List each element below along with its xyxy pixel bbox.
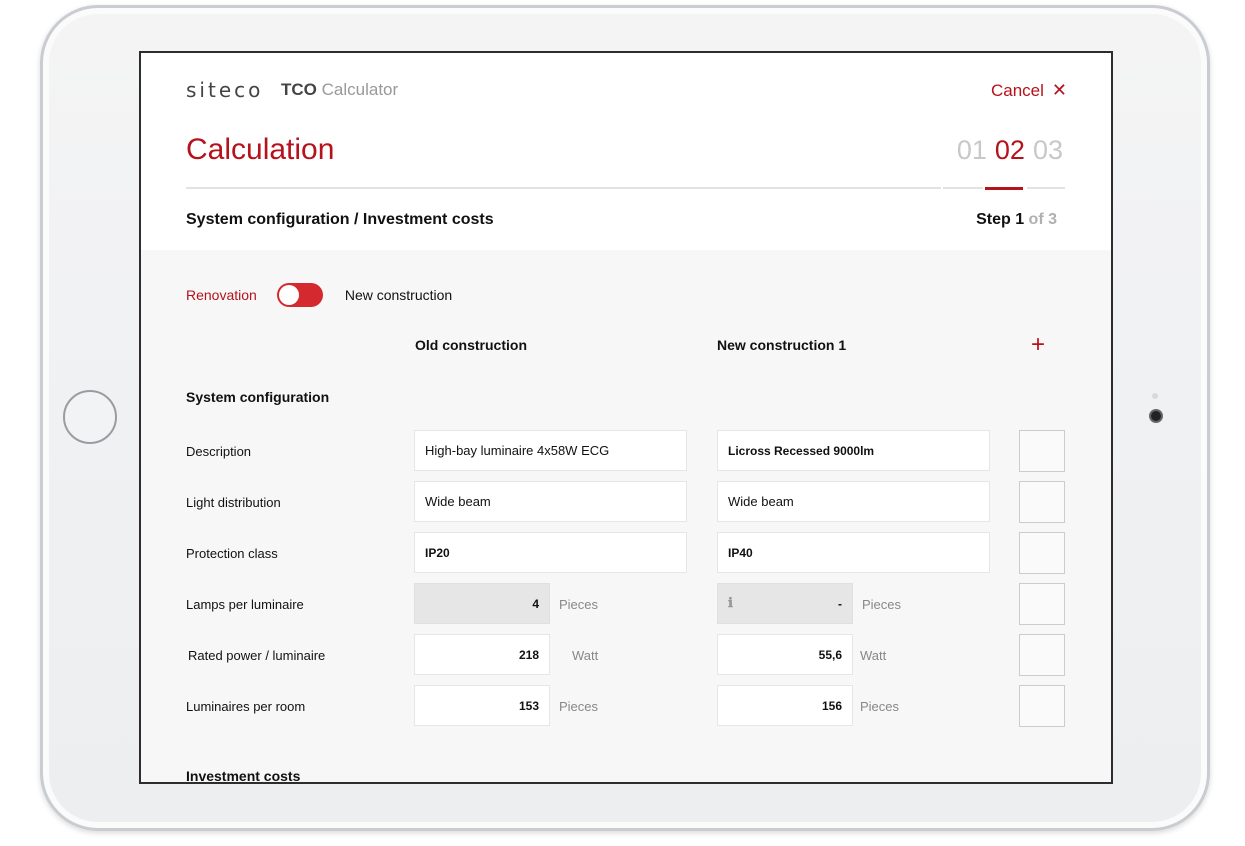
step-total: of 3 <box>1028 211 1057 228</box>
front-sensor <box>1152 393 1158 399</box>
row-light-distribution: Light distribution Wide beam Wide beam <box>141 481 1111 523</box>
step-01[interactable]: 01 <box>957 135 987 166</box>
info-icon[interactable]: ℹ <box>728 596 733 611</box>
light-distribution-old-field[interactable]: Wide beam <box>414 481 687 522</box>
app-title: TCO Calculator <box>281 80 398 100</box>
step-progress: 01 02 03 <box>957 135 1063 166</box>
construction-type-toggle: Renovation New construction <box>186 283 452 307</box>
toggle-label-new-construction[interactable]: New construction <box>345 287 452 303</box>
description-new-field[interactable]: Licross Recessed 9000lm <box>717 430 990 471</box>
unit-label: Watt <box>860 648 887 663</box>
section-system-configuration: System configuration <box>186 389 330 405</box>
page-title: Calculation <box>186 133 335 166</box>
column-header-old: Old construction <box>415 337 527 353</box>
unit-label: Pieces <box>559 597 599 612</box>
home-button[interactable] <box>63 390 117 444</box>
protection-class-new-field[interactable]: IP40 <box>717 532 990 573</box>
luminaires-old-field[interactable]: 153 <box>414 685 550 726</box>
section-investment-costs: Investment costs <box>186 768 301 784</box>
toggle-label-renovation[interactable]: Renovation <box>186 287 257 303</box>
front-camera <box>1149 409 1163 423</box>
row-label: Protection class <box>186 546 278 561</box>
row-label: Luminaires per room <box>186 699 306 714</box>
rated-power-new-field[interactable]: 55,6 <box>717 634 853 675</box>
row-description: Description High-bay luminaire 4x58W ECG… <box>141 430 1111 472</box>
form-area: Renovation New construction Old construc… <box>141 250 1111 784</box>
unit-label: Watt <box>572 648 599 663</box>
lamps-new-field: ℹ - <box>717 583 853 624</box>
cancel-button[interactable]: Cancel ✕ <box>991 80 1067 101</box>
unit-label: Pieces <box>862 597 902 612</box>
step-indicator: Step 1 of 3 <box>976 211 1057 229</box>
header-divider <box>186 187 941 189</box>
lamps-old-field: 4 <box>414 583 550 624</box>
row-label: Description <box>186 444 252 459</box>
row-protection-class: Protection class IP20 IP40 <box>141 532 1111 574</box>
description-old-field[interactable]: High-bay luminaire 4x58W ECG <box>414 430 687 471</box>
header: siteco TCO Calculator Cancel ✕ Calculati… <box>141 53 1111 250</box>
row-label: Lamps per luminaire <box>186 597 304 612</box>
app-title-bold: TCO <box>281 80 317 99</box>
row-extra-box[interactable] <box>1019 481 1065 523</box>
app-title-rest: Calculator <box>321 80 399 99</box>
column-header-new-1: New construction 1 <box>717 337 847 353</box>
unit-label: Pieces <box>559 699 599 714</box>
luminaires-new-field[interactable]: 156 <box>717 685 853 726</box>
light-distribution-new-field[interactable]: Wide beam <box>717 481 990 522</box>
step-03-underline <box>1027 187 1065 189</box>
step-02[interactable]: 02 <box>995 135 1025 166</box>
step-current: 1 <box>1015 211 1025 228</box>
construction-toggle-switch[interactable] <box>276 283 323 307</box>
row-luminaires-per-room: Luminaires per room 153 Pieces 156 Piece… <box>141 685 1111 727</box>
lamps-new-value: - <box>838 596 842 611</box>
page-subtitle: System configuration / Investment costs <box>186 211 494 228</box>
step-03[interactable]: 03 <box>1033 135 1063 166</box>
protection-class-old-field[interactable]: IP20 <box>414 532 687 573</box>
row-lamps-per-luminaire: Lamps per luminaire 4 Pieces ℹ - Pieces <box>141 583 1111 625</box>
step-02-underline <box>985 187 1023 190</box>
row-extra-box[interactable] <box>1019 583 1065 625</box>
row-extra-box[interactable] <box>1019 685 1065 727</box>
step-01-underline <box>943 187 983 189</box>
row-extra-box[interactable] <box>1019 430 1065 472</box>
row-label: Light distribution <box>186 495 281 510</box>
row-extra-box[interactable] <box>1019 532 1065 574</box>
step-prefix: Step <box>976 211 1011 228</box>
unit-label: Pieces <box>860 699 900 714</box>
row-label: Rated power / luminaire <box>188 648 326 663</box>
rated-power-old-field[interactable]: 218 <box>414 634 550 675</box>
brand-logo: siteco <box>186 78 264 102</box>
row-rated-power: Rated power / luminaire 218 Watt 55,6 Wa… <box>141 634 1111 676</box>
app-screen: siteco TCO Calculator Cancel ✕ Calculati… <box>139 51 1113 784</box>
close-icon: ✕ <box>1051 80 1067 100</box>
plus-icon[interactable]: + <box>1031 333 1045 357</box>
cancel-label: Cancel <box>990 80 1044 100</box>
row-extra-box[interactable] <box>1019 634 1065 676</box>
toggle-knob <box>278 285 299 305</box>
